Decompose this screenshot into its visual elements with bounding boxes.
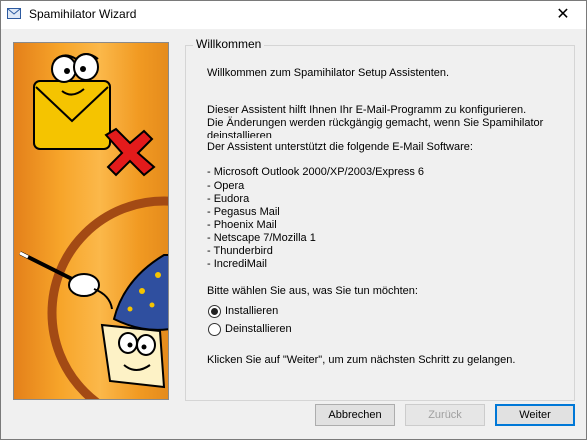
intro-line-1: Dieser Assistent hilft Ihnen Ihr E-Mail-… bbox=[207, 104, 527, 116]
intro-line-3: deinstallieren bbox=[207, 130, 272, 138]
spamihilator-illustration bbox=[13, 42, 169, 400]
group-legend: Willkommen bbox=[193, 37, 265, 51]
client-item: - Pegasus Mail bbox=[207, 206, 280, 218]
support-text: Der Assistent unterstützt die folgende E… bbox=[207, 141, 473, 153]
client-item: - Netscape 7/Mozilla 1 bbox=[207, 232, 316, 244]
next-hint-text: Klicken Sie auf "Weiter", um zum nächste… bbox=[207, 354, 516, 366]
title-bar[interactable]: Spamihilator Wizard ✕ bbox=[1, 1, 586, 29]
client-item: - IncrediMail bbox=[207, 258, 267, 270]
radio-selected-dot bbox=[211, 308, 218, 315]
back-button[interactable]: Zurück bbox=[405, 404, 485, 426]
window-title: Spamihilator Wizard bbox=[29, 7, 137, 21]
welcome-text: Willkommen zum Spamihilator Setup Assist… bbox=[207, 67, 450, 79]
wizard-window: Spamihilator Wizard ✕ Willkommen Willkom… bbox=[0, 0, 587, 440]
choose-text: Bitte wählen Sie aus, was Sie tun möchte… bbox=[207, 285, 418, 297]
client-item: - Opera bbox=[207, 180, 245, 192]
client-item: - Microsoft Outlook 2000/XP/2003/Express… bbox=[207, 166, 425, 178]
radio-install-button[interactable] bbox=[208, 305, 221, 318]
client-item: - Eudora bbox=[207, 193, 250, 205]
radio-install-label[interactable]: Installieren bbox=[225, 305, 278, 317]
intro-line-2: Die Änderungen werden rückgängig gemacht… bbox=[207, 117, 544, 129]
radio-uninstall-label[interactable]: Deinstallieren bbox=[225, 323, 292, 335]
mail-icon bbox=[7, 8, 21, 19]
radio-uninstall-button[interactable] bbox=[208, 323, 221, 336]
client-item: - Phoenix Mail bbox=[207, 219, 277, 231]
client-item: - Thunderbird bbox=[207, 245, 273, 257]
cancel-button[interactable]: Abbrechen bbox=[315, 404, 395, 426]
next-button[interactable]: Weiter bbox=[495, 404, 575, 426]
close-button[interactable]: ✕ bbox=[540, 1, 586, 29]
wizard-content: Willkommen Willkommen zum Spamihilator S… bbox=[1, 29, 586, 439]
